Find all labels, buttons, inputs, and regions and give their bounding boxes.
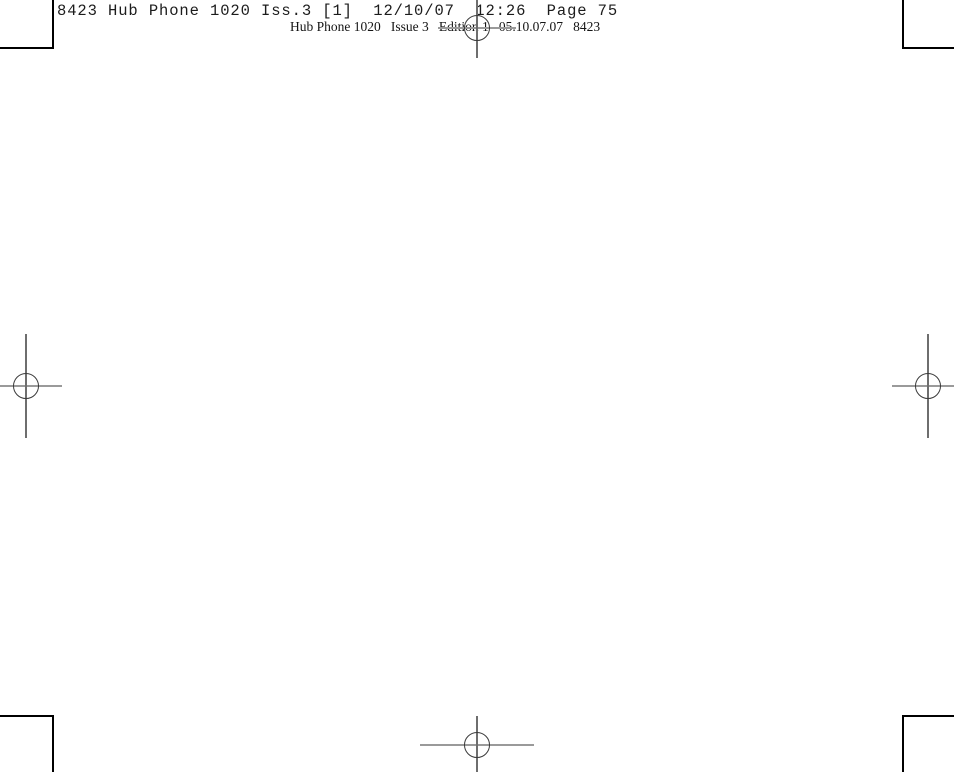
crop-mark-bottom-left-icon (0, 715, 54, 772)
print-proof-page: 8423 Hub Phone 1020 Iss.3 [1] 12/10/07 1… (0, 0, 954, 772)
registration-circle (464, 732, 490, 758)
registration-circle (13, 373, 39, 399)
page-body-blank-area (52, 47, 903, 716)
crop-mark-vertical-rule (902, 0, 904, 49)
crop-mark-top-right-icon (902, 0, 954, 49)
crop-mark-horizontal-rule (902, 715, 954, 717)
crop-mark-horizontal-rule (0, 715, 54, 717)
registration-circle (915, 373, 941, 399)
crop-mark-top-left-icon (0, 0, 54, 49)
crop-mark-horizontal-rule (902, 47, 954, 49)
registration-circle (464, 15, 490, 41)
crop-mark-vertical-rule (902, 715, 904, 772)
crop-mark-bottom-right-icon (902, 715, 954, 772)
crop-mark-vertical-rule (52, 0, 54, 49)
crop-mark-horizontal-rule (0, 47, 54, 49)
crop-mark-vertical-rule (52, 715, 54, 772)
